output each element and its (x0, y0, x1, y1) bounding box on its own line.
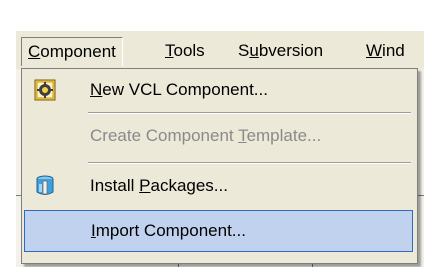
component-menu-dropdown: New VCL Component... Create Component Te… (21, 68, 418, 264)
menu-item-label: Create Component Template... (90, 126, 322, 145)
menu-accelerator: C (28, 42, 41, 61)
menu-item-import-component[interactable]: Import Component... (24, 210, 413, 252)
menu-label-rest: ind (382, 41, 405, 60)
menu-accelerator: u (249, 41, 259, 60)
menu-separator (88, 162, 411, 164)
menu-accelerator: W (366, 41, 383, 60)
menu-label-rest: ools (173, 41, 205, 60)
menu-label-prefix: S (238, 41, 250, 60)
menu-accelerator: T (165, 41, 174, 60)
menu-item-label: Install Packages... (90, 176, 228, 195)
menu-separator (88, 112, 411, 114)
menu-item-label: New VCL Component... (90, 80, 268, 99)
menu-tools[interactable]: Tools (159, 37, 211, 65)
menu-item-install-packages[interactable]: Install Packages... (24, 167, 413, 205)
menu-label-rest: bversion (258, 41, 324, 60)
menu-bar: Component Tools Subversion Wind (16, 30, 424, 69)
menu-window[interactable]: Wind (360, 37, 411, 65)
menu-item-create-component-template[interactable]: Create Component Template... (24, 117, 413, 155)
install-packages-icon (34, 175, 56, 197)
menu-label-rest: omponent (40, 42, 116, 61)
menu-component[interactable]: Component (21, 37, 123, 66)
menu-subversion[interactable]: Subversion (232, 37, 329, 65)
new-component-icon (34, 79, 56, 101)
menu-item-new-vcl-component[interactable]: New VCL Component... (24, 71, 413, 109)
menu-item-label: Import Component... (91, 221, 246, 240)
